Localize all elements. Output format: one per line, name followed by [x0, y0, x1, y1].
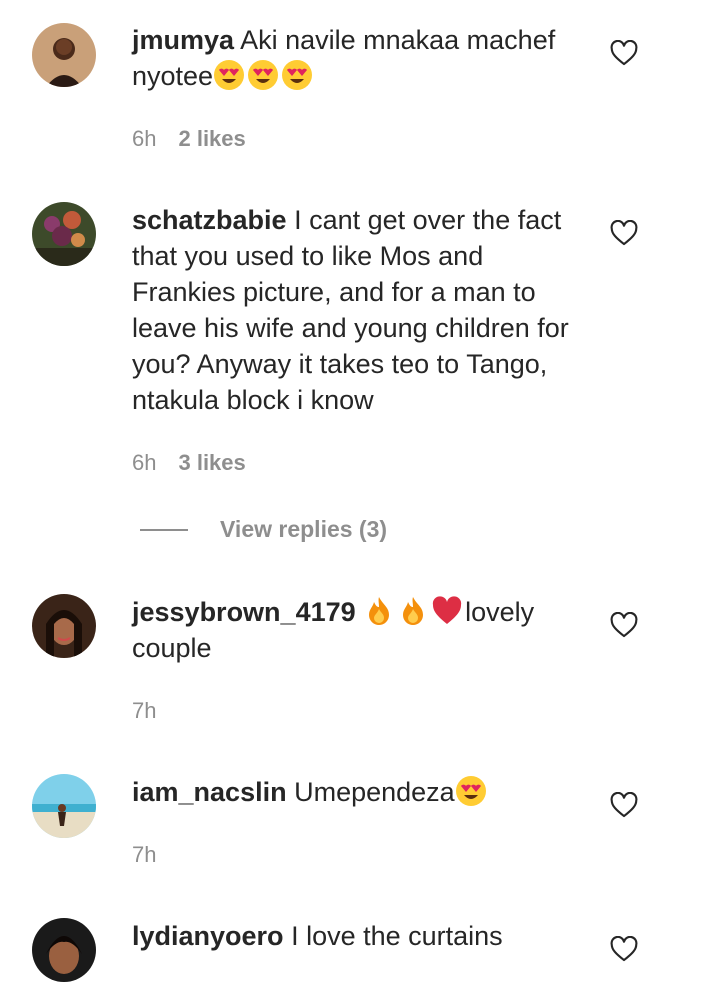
comment-text: schatzbabie I cant get over the fact tha…	[132, 202, 580, 418]
username[interactable]: schatzbabie	[132, 205, 287, 235]
view-replies-label[interactable]: View replies (3)	[220, 516, 387, 543]
comment-body: Umependeza	[294, 777, 455, 807]
heart-eyes-emoji	[281, 59, 313, 91]
avatar[interactable]	[32, 23, 96, 87]
avatar[interactable]	[32, 202, 96, 266]
comment-body: I love the curtains	[291, 921, 503, 951]
fire-emoji	[397, 595, 429, 627]
timestamp: 6h	[132, 126, 157, 151]
timestamp: 6h	[132, 450, 157, 475]
comment-meta: 6h 2 likes	[132, 126, 246, 152]
username[interactable]: iam_nacslin	[132, 777, 287, 807]
red-heart-emoji	[431, 595, 463, 627]
username[interactable]: jmumya	[132, 25, 234, 55]
username[interactable]: lydianyoero	[132, 921, 284, 951]
username[interactable]: jessybrown_4179	[132, 597, 356, 627]
heart-eyes-emoji	[247, 59, 279, 91]
heart-eyes-emoji	[213, 59, 245, 91]
avatar[interactable]	[32, 774, 96, 838]
likes-count[interactable]: 3 likes	[178, 450, 245, 476]
like-heart-icon[interactable]	[610, 792, 638, 820]
comment-meta: 7h	[132, 698, 156, 724]
timestamp: 7h	[132, 698, 157, 723]
like-heart-icon[interactable]	[610, 612, 638, 640]
comment-body: I cant get over the fact that you used t…	[132, 205, 569, 415]
comment-text: iam_nacslin Umependeza	[132, 774, 580, 810]
fire-emoji	[363, 595, 395, 627]
comment-text: jessybrown_4179 lovely couple	[132, 594, 580, 666]
avatar[interactable]	[32, 918, 96, 982]
like-heart-icon[interactable]	[610, 936, 638, 964]
comment-meta: 6h 3 likes	[132, 450, 246, 476]
timestamp: 7h	[132, 842, 157, 867]
comment-text: jmumya Aki navile mnakaa machef nyotee	[132, 22, 580, 94]
heart-eyes-emoji	[455, 775, 487, 807]
comment-text: lydianyoero I love the curtains	[132, 918, 580, 954]
avatar[interactable]	[32, 594, 96, 658]
likes-count[interactable]: 2 likes	[178, 126, 245, 152]
comment-meta: 7h	[132, 842, 156, 868]
view-replies-button[interactable]: View replies (3)	[140, 516, 387, 543]
like-heart-icon[interactable]	[610, 220, 638, 248]
divider	[140, 528, 188, 531]
like-heart-icon[interactable]	[610, 40, 638, 68]
